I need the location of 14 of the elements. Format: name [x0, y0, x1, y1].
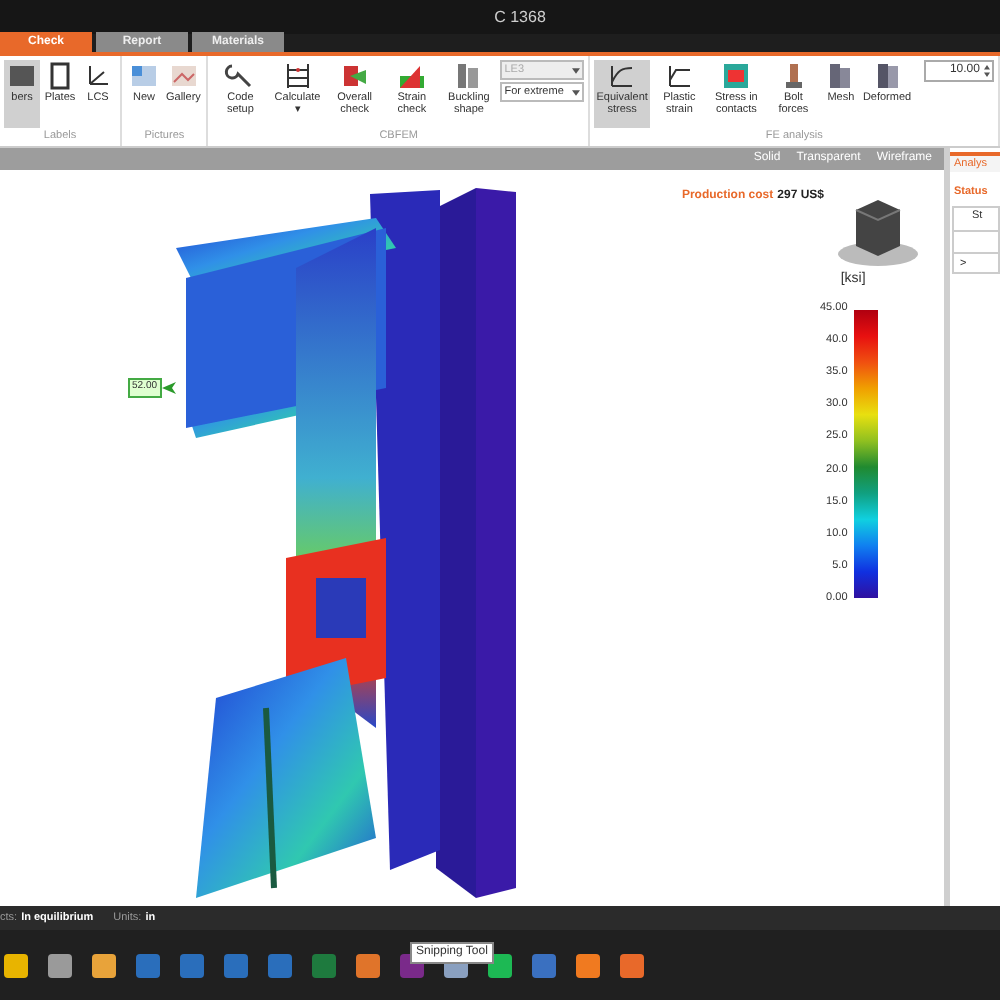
- tool-icon: [663, 60, 696, 92]
- tool-icon: [167, 60, 200, 92]
- tool-icon: [338, 60, 371, 92]
- view-cube-icon: [836, 198, 920, 270]
- arrow-icon: [161, 381, 176, 394]
- tool-icon: [720, 60, 753, 92]
- tool-icon: [6, 60, 38, 92]
- tool-icon: [281, 60, 314, 92]
- caret-icon: [572, 89, 581, 95]
- tool-icon: [128, 60, 160, 92]
- window-title: C 1368: [492, 5, 546, 29]
- caret-icon: [572, 67, 581, 73]
- spinner-arrows-icon[interactable]: [983, 64, 990, 78]
- tool-icon: [224, 60, 257, 92]
